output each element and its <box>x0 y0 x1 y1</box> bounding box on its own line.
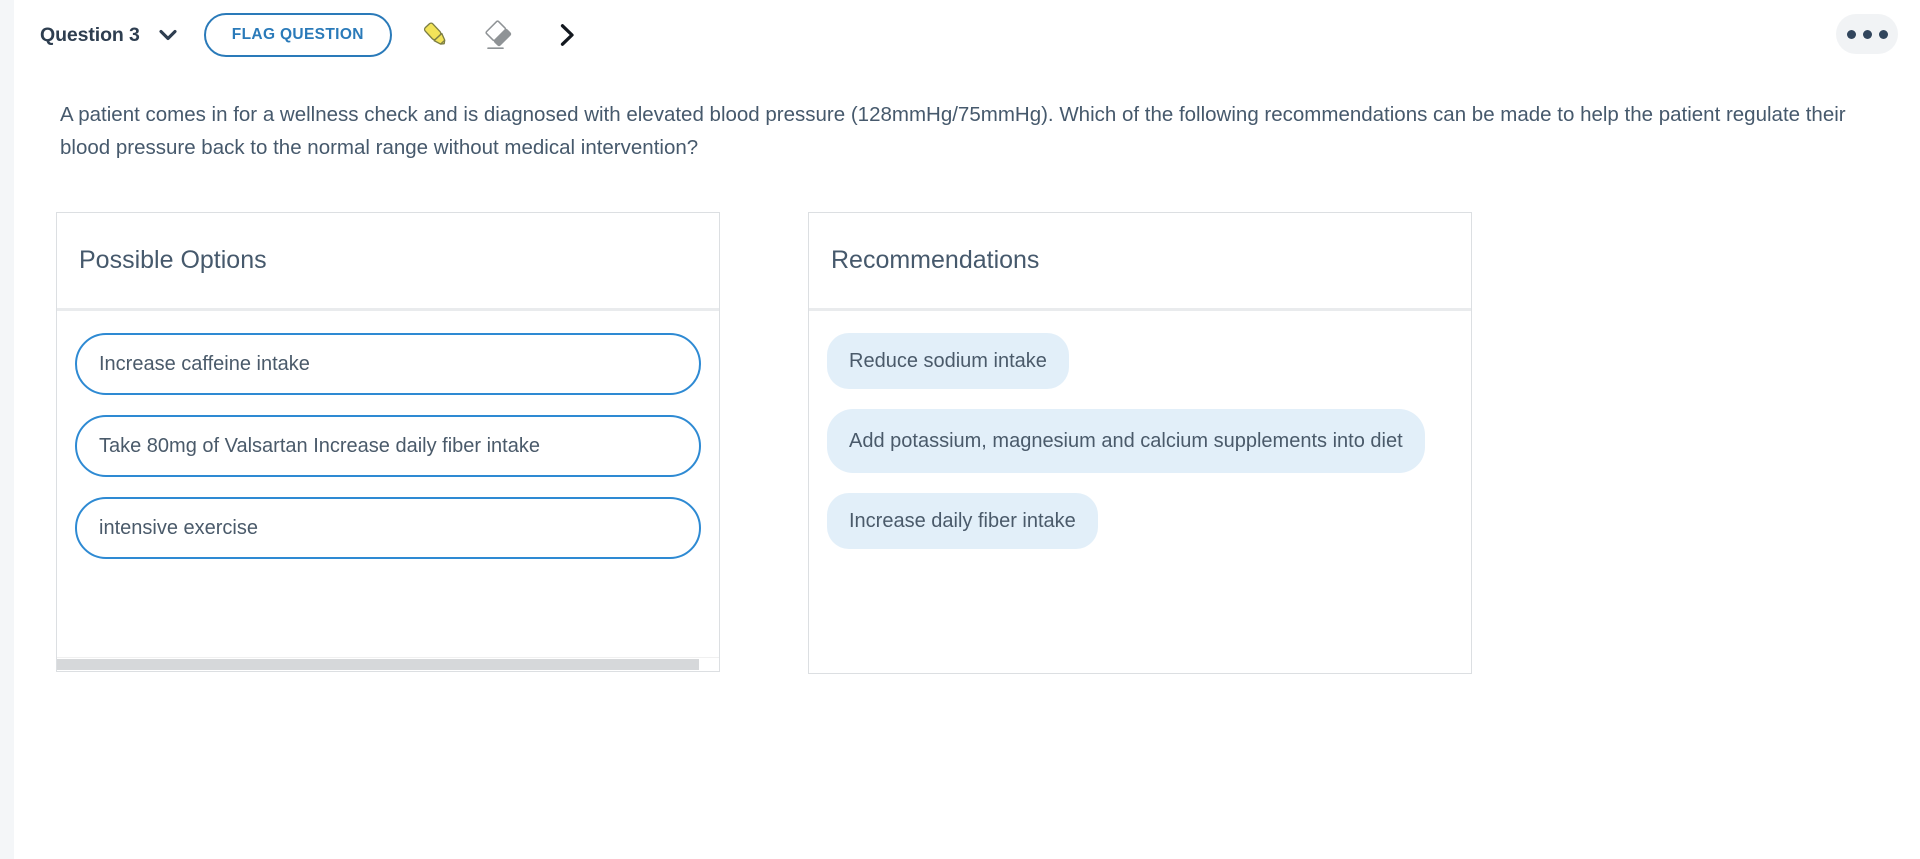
left-edge-rail <box>0 0 14 859</box>
kebab-dot-1 <box>1846 29 1856 39</box>
highlighter-icon[interactable] <box>414 14 456 56</box>
recommendations-header: Recommendations <box>809 213 1471 312</box>
possible-options-list: Increase caffeine intake Take 80mg of Va… <box>57 311 719 672</box>
option-pill[interactable]: intensive exercise <box>75 497 701 560</box>
recommendation-chip[interactable]: Add potassium, magnesium and calcium sup… <box>827 409 1425 474</box>
recommendation-label: Increase daily fiber intake <box>849 510 1076 533</box>
kebab-dot-3 <box>1878 29 1888 39</box>
recommendation-row: Increase daily fiber intake <box>827 493 1453 569</box>
flag-question-button[interactable]: FLAG QUESTION <box>203 13 392 57</box>
question-number-label: Question 3 <box>40 23 140 46</box>
chevron-down-icon[interactable] <box>156 23 180 47</box>
question-prompt-text: A patient comes in for a wellness check … <box>60 103 1846 160</box>
recommendation-row: Reduce sodium intake <box>827 333 1453 409</box>
option-pill[interactable]: Increase caffeine intake <box>75 333 701 396</box>
recommendation-label: Reduce sodium intake <box>849 350 1047 373</box>
option-label: intensive exercise <box>99 516 258 539</box>
recommendations-list: Reduce sodium intake Add potassium, magn… <box>809 311 1471 673</box>
option-pill[interactable]: Take 80mg of Valsartan Increase daily fi… <box>75 415 701 478</box>
matching-panels: Possible Options Increase caffeine intak… <box>14 212 1920 675</box>
options-scrollbar-thumb[interactable] <box>57 659 700 671</box>
possible-options-title: Possible Options <box>79 246 267 275</box>
overflow-menu-button[interactable] <box>1836 14 1898 54</box>
option-label: Take 80mg of Valsartan Increase daily fi… <box>99 434 540 457</box>
recommendation-label: Add potassium, magnesium and calcium sup… <box>849 430 1403 453</box>
question-toolbar: Question 3 FLAG QUESTION <box>14 0 1920 70</box>
recommendation-row: Add potassium, magnesium and calcium sup… <box>827 409 1453 493</box>
eraser-icon[interactable] <box>478 14 520 56</box>
recommendation-chip[interactable]: Reduce sodium intake <box>827 333 1069 390</box>
question-page: Question 3 FLAG QUESTION A patient comes… <box>14 0 1920 859</box>
chevron-right-icon[interactable] <box>546 14 588 56</box>
options-horizontal-scrollbar[interactable] <box>57 657 719 672</box>
kebab-dot-2 <box>1862 29 1872 39</box>
possible-options-header: Possible Options <box>57 213 719 312</box>
recommendation-chip[interactable]: Increase daily fiber intake <box>827 493 1098 550</box>
possible-options-panel: Possible Options Increase caffeine intak… <box>56 212 720 673</box>
option-label: Increase caffeine intake <box>99 352 310 375</box>
recommendations-title: Recommendations <box>831 246 1040 275</box>
recommendations-panel: Recommendations Reduce sodium intake Add… <box>808 212 1472 675</box>
